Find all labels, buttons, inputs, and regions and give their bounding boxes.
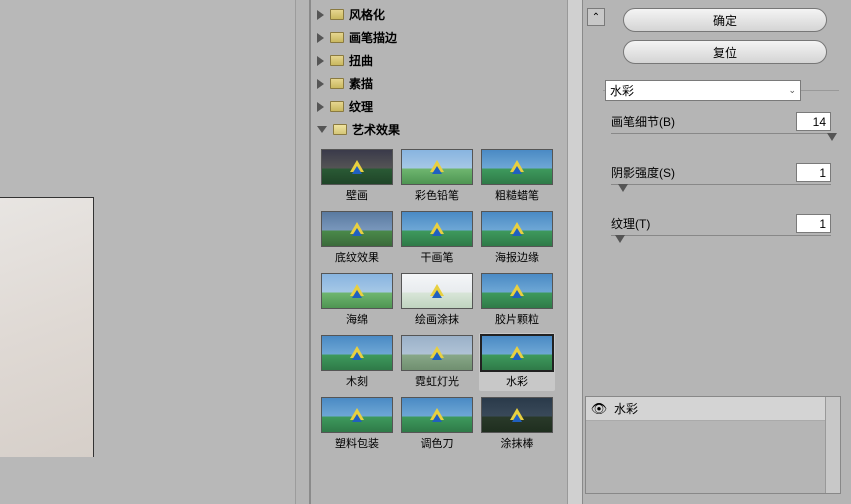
folder-icon: [330, 101, 344, 112]
applied-effects-panel: 👁 水彩: [585, 396, 841, 494]
shadow-intensity-slider[interactable]: [611, 184, 831, 198]
thumb-label: 涂抹棒: [479, 435, 555, 453]
thumb-rough-pastels[interactable]: 粗糙蜡笔: [479, 147, 555, 205]
brush-detail-slider[interactable]: [611, 133, 831, 147]
reset-button[interactable]: 复位: [623, 40, 827, 64]
chevron-right-icon: [317, 102, 324, 112]
shadow-intensity-input[interactable]: [796, 163, 831, 182]
texture-input[interactable]: [796, 214, 831, 233]
slider-thumb-icon: [618, 184, 628, 192]
effects-scrollbar[interactable]: [825, 397, 840, 493]
thumb-neon-glow[interactable]: 霓虹灯光: [399, 333, 475, 391]
category-artistic[interactable]: 艺术效果: [317, 118, 574, 141]
thumb-underpainting[interactable]: 底纹效果: [319, 209, 395, 267]
thumb-label: 壁画: [319, 187, 395, 205]
thumb-label: 底纹效果: [319, 249, 395, 267]
texture-label: 纹理(T): [611, 215, 650, 232]
thumb-dry-brush[interactable]: 干画笔: [399, 209, 475, 267]
thumb-poster-edges[interactable]: 海报边缘: [479, 209, 555, 267]
folder-icon: [330, 9, 344, 20]
folder-icon: [330, 32, 344, 43]
collapse-button[interactable]: ⌃: [587, 8, 605, 26]
filter-gallery-panel: 风格化 画笔描边 扭曲 素描 纹理 艺术效果 壁画 彩色铅笔 粗糙蜡笔 底纹效果…: [311, 0, 583, 504]
thumb-label: 霓虹灯光: [399, 373, 475, 391]
category-label: 艺术效果: [352, 121, 400, 138]
filter-select-value: 水彩: [610, 82, 634, 99]
visibility-eye-icon[interactable]: 👁: [590, 401, 608, 417]
category-label: 风格化: [349, 6, 385, 23]
chevron-right-icon: [317, 10, 324, 20]
category-label: 素描: [349, 75, 373, 92]
folder-icon: [330, 55, 344, 66]
category-label: 画笔描边: [349, 29, 397, 46]
shadow-intensity-label: 阴影强度(S): [611, 164, 675, 181]
texture-slider[interactable]: [611, 235, 831, 249]
brush-detail-input[interactable]: [796, 112, 831, 131]
category-stylize[interactable]: 风格化: [317, 3, 574, 26]
thumb-plastic-wrap[interactable]: 塑料包装: [319, 395, 395, 453]
brush-detail-label: 画笔细节(B): [611, 113, 675, 130]
thumb-label: 海绵: [319, 311, 395, 329]
chevron-up-icon: ⌃: [592, 12, 600, 23]
chevron-down-icon: [317, 126, 327, 133]
slider-thumb-icon: [615, 235, 625, 243]
filter-settings-group: 水彩 ⌄ 画笔细节(B) 阴影强度(S) 纹理(T): [603, 90, 839, 249]
folder-icon: [330, 78, 344, 89]
chevron-right-icon: [317, 33, 324, 43]
thumb-colored-pencil[interactable]: 彩色铅笔: [399, 147, 475, 205]
thumb-fresco[interactable]: 壁画: [319, 147, 395, 205]
thumb-smudge-stick[interactable]: 涂抹棒: [479, 395, 555, 453]
category-sketch[interactable]: 素描: [317, 72, 574, 95]
thumb-label: 干画笔: [399, 249, 475, 267]
dropdown-arrow-icon: ⌄: [788, 85, 796, 96]
category-texture[interactable]: 纹理: [317, 95, 574, 118]
thumb-paint-daubs[interactable]: 绘画涂抹: [399, 271, 475, 329]
thumb-label: 水彩: [479, 373, 555, 391]
thumb-label: 木刻: [319, 373, 395, 391]
panel-divider[interactable]: [295, 0, 309, 504]
thumb-watercolor[interactable]: 水彩: [479, 333, 555, 391]
category-brushstrokes[interactable]: 画笔描边: [317, 26, 574, 49]
thumb-palette-knife[interactable]: 调色刀: [399, 395, 475, 453]
thumb-label: 塑料包装: [319, 435, 395, 453]
category-distort[interactable]: 扭曲: [317, 49, 574, 72]
thumb-film-grain[interactable]: 胶片颗粒: [479, 271, 555, 329]
folder-open-icon: [333, 124, 347, 135]
thumb-cutout[interactable]: 木刻: [319, 333, 395, 391]
chevron-right-icon: [317, 79, 324, 89]
thumb-label: 调色刀: [399, 435, 475, 453]
thumb-label: 海报边缘: [479, 249, 555, 267]
ok-label: 确定: [713, 12, 737, 29]
chevron-right-icon: [317, 56, 324, 66]
thumb-label: 粗糙蜡笔: [479, 187, 555, 205]
ok-button[interactable]: 确定: [623, 8, 827, 32]
effect-name: 水彩: [614, 400, 638, 417]
filter-select[interactable]: 水彩 ⌄: [605, 80, 801, 101]
thumb-label: 彩色铅笔: [399, 187, 475, 205]
thumb-label: 胶片颗粒: [479, 311, 555, 329]
filter-thumbnails-grid: 壁画 彩色铅笔 粗糙蜡笔 底纹效果 干画笔 海报边缘 海绵 绘画涂抹 胶片颗粒 …: [317, 141, 574, 453]
thumb-sponge[interactable]: 海绵: [319, 271, 395, 329]
preview-pane: [0, 0, 311, 504]
thumb-label: 绘画涂抹: [399, 311, 475, 329]
category-label: 纹理: [349, 98, 373, 115]
settings-panel: ⌃ 确定 复位 水彩 ⌄ 画笔细节(B) 阴影强度(S) 纹理(T): [583, 0, 851, 504]
category-label: 扭曲: [349, 52, 373, 69]
gallery-scrollbar[interactable]: [567, 0, 582, 504]
reset-label: 复位: [713, 44, 737, 61]
preview-image[interactable]: [0, 197, 94, 457]
slider-thumb-icon: [827, 133, 837, 141]
effect-layer-row[interactable]: 👁 水彩: [586, 397, 840, 421]
